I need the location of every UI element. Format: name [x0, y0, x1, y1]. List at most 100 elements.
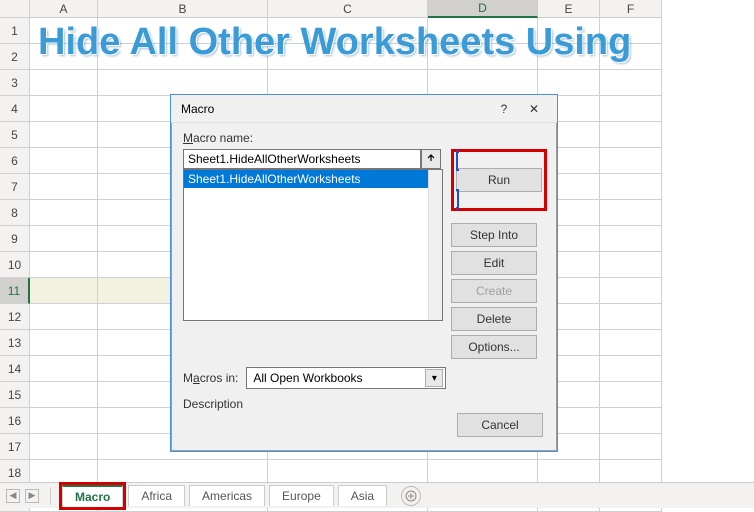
cell[interactable] [30, 382, 98, 408]
cell[interactable] [600, 96, 662, 122]
cell[interactable] [600, 434, 662, 460]
sheet-tab-bar: ◀ ▶ Macro Africa Americas Europe Asia [0, 482, 754, 508]
cell[interactable] [600, 408, 662, 434]
tab-nav-next-icon[interactable]: ▶ [25, 489, 39, 503]
macro-listbox[interactable]: Sheet1.HideAllOtherWorksheets [183, 169, 443, 321]
macro-tab-highlight-annotation: Macro [59, 482, 126, 510]
row-header[interactable]: 6 [0, 148, 30, 174]
cell[interactable] [98, 44, 268, 70]
cell[interactable] [600, 252, 662, 278]
dialog-titlebar[interactable]: Macro ? ✕ [171, 95, 557, 123]
cell[interactable] [600, 44, 662, 70]
cell[interactable] [30, 96, 98, 122]
cell[interactable] [30, 434, 98, 460]
sheet-tab-europe[interactable]: Europe [269, 485, 334, 506]
sheet-tab-asia[interactable]: Asia [338, 485, 387, 506]
row-header[interactable]: 13 [0, 330, 30, 356]
cell[interactable] [538, 18, 600, 44]
cell[interactable] [30, 304, 98, 330]
cell[interactable] [98, 70, 268, 96]
cell[interactable] [600, 18, 662, 44]
col-header-f[interactable]: F [600, 0, 662, 18]
cell[interactable] [268, 18, 428, 44]
select-all-corner[interactable] [0, 0, 30, 18]
col-header-b[interactable]: B [98, 0, 268, 18]
cell[interactable] [30, 200, 98, 226]
macro-name-input[interactable] [183, 149, 421, 169]
cell[interactable] [30, 122, 98, 148]
listbox-scrollbar[interactable] [428, 170, 442, 320]
row-header[interactable]: 9 [0, 226, 30, 252]
cell[interactable] [600, 226, 662, 252]
run-highlight-annotation: RRunun [451, 149, 547, 211]
row-header[interactable]: 11 [0, 278, 30, 304]
sheet-tab-americas[interactable]: Americas [189, 485, 265, 506]
row-header[interactable]: 3 [0, 70, 30, 96]
help-button[interactable]: ? [489, 99, 519, 119]
cell[interactable] [30, 252, 98, 278]
close-icon[interactable]: ✕ [519, 99, 549, 119]
cell[interactable] [600, 304, 662, 330]
cell[interactable] [30, 226, 98, 252]
macro-name-go-icon[interactable] [421, 149, 441, 169]
sheet-tab-africa[interactable]: Africa [128, 485, 185, 506]
col-header-a[interactable]: A [30, 0, 98, 18]
cell[interactable] [600, 200, 662, 226]
cell[interactable] [600, 330, 662, 356]
options-button[interactable]: Options...Options... [451, 335, 537, 359]
row-header[interactable]: 8 [0, 200, 30, 226]
run-button[interactable]: RRunun [456, 168, 542, 192]
cell[interactable] [30, 330, 98, 356]
row-header[interactable]: 5 [0, 122, 30, 148]
row-header[interactable]: 12 [0, 304, 30, 330]
cell[interactable] [538, 70, 600, 96]
macro-name-label: MMacro name:acro name: [183, 131, 545, 145]
cell[interactable] [268, 44, 428, 70]
row-header[interactable]: 15 [0, 382, 30, 408]
row-header[interactable]: 17 [0, 434, 30, 460]
row-header[interactable]: 7 [0, 174, 30, 200]
cell[interactable] [30, 278, 98, 304]
row-header[interactable]: 1 [0, 18, 30, 44]
cell[interactable] [600, 278, 662, 304]
edit-button[interactable]: EditEdit [451, 251, 537, 275]
macro-list-item[interactable]: Sheet1.HideAllOtherWorksheets [184, 170, 442, 188]
cell[interactable] [428, 70, 538, 96]
chevron-down-icon[interactable]: ▾ [425, 369, 443, 387]
dialog-button-column: RRunun Step IntoStep Into EditEdit Creat… [451, 149, 547, 359]
cell[interactable] [428, 18, 538, 44]
row-header[interactable]: 10 [0, 252, 30, 278]
cell[interactable] [30, 44, 98, 70]
macros-in-select[interactable]: All Open Workbooks ▾ [246, 367, 446, 389]
cell[interactable] [30, 356, 98, 382]
tab-nav-prev-icon[interactable]: ◀ [6, 489, 20, 503]
macro-dialog: Macro ? ✕ MMacro name:acro name: Sheet1.… [170, 94, 558, 452]
cell[interactable] [268, 70, 428, 96]
cell[interactable] [428, 44, 538, 70]
cell[interactable] [98, 18, 268, 44]
cell[interactable] [30, 70, 98, 96]
row-header[interactable]: 2 [0, 44, 30, 70]
cell[interactable] [600, 356, 662, 382]
cell[interactable] [600, 382, 662, 408]
cell[interactable] [30, 148, 98, 174]
cell[interactable] [600, 70, 662, 96]
cell[interactable] [30, 174, 98, 200]
step-into-button[interactable]: Step IntoStep Into [451, 223, 537, 247]
cell[interactable] [538, 44, 600, 70]
sheet-tab-macro[interactable]: Macro [62, 485, 123, 507]
col-header-c[interactable]: C [268, 0, 428, 18]
row-header[interactable]: 16 [0, 408, 30, 434]
delete-button[interactable]: DeleteDelete [451, 307, 537, 331]
col-header-e[interactable]: E [538, 0, 600, 18]
col-header-d[interactable]: D [428, 0, 538, 18]
row-header[interactable]: 14 [0, 356, 30, 382]
cancel-button[interactable]: Cancel [457, 413, 543, 437]
cell[interactable] [600, 122, 662, 148]
row-header[interactable]: 4 [0, 96, 30, 122]
cell[interactable] [30, 408, 98, 434]
cell[interactable] [30, 18, 98, 44]
cell[interactable] [600, 148, 662, 174]
cell[interactable] [600, 174, 662, 200]
add-sheet-icon[interactable] [401, 486, 421, 506]
